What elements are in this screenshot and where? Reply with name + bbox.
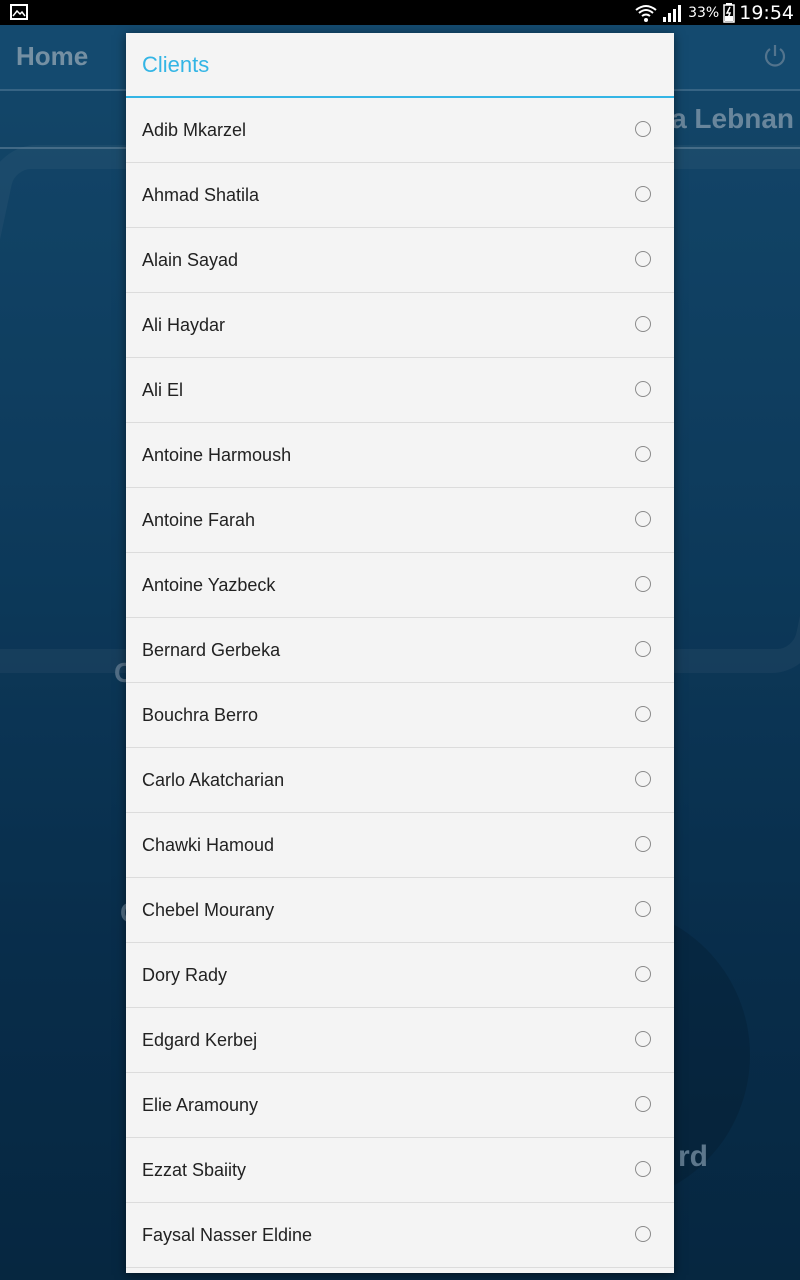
list-item-label: Bernard Gerbeka (142, 639, 281, 660)
radio-button[interactable] (635, 121, 651, 137)
dialog-title: Clients (126, 33, 674, 98)
list-item-label: Edgard Kerbej (142, 1029, 258, 1050)
clock: 19:54 (739, 1, 794, 24)
radio-button[interactable] (635, 836, 651, 852)
clients-list: Adib Mkarzel Ahmad Shatila Alain Sayad A… (126, 98, 674, 1268)
radio-button[interactable] (635, 1031, 651, 1047)
list-item[interactable]: Ahmad Shatila (126, 163, 674, 228)
list-item-label: Ali Haydar (142, 314, 226, 335)
list-item-label: Ali El (142, 379, 184, 400)
battery-percent: 33% (688, 4, 720, 21)
radio-button[interactable] (635, 641, 651, 657)
radio-button[interactable] (635, 1226, 651, 1242)
radio-button[interactable] (635, 446, 651, 462)
list-item-label: Ahmad Shatila (142, 184, 260, 205)
list-item-label: Antoine Farah (142, 509, 256, 530)
status-bar: 33% 19:54 (0, 0, 800, 25)
list-item-label: Faysal Nasser Eldine (142, 1224, 313, 1245)
radio-button[interactable] (635, 966, 651, 982)
list-item-label: Elie Aramouny (142, 1094, 259, 1115)
radio-button[interactable] (635, 251, 651, 267)
radio-button[interactable] (635, 316, 651, 332)
battery-charging-icon (723, 2, 735, 23)
radio-button[interactable] (635, 381, 651, 397)
list-item[interactable]: Adib Mkarzel (126, 98, 674, 163)
radio-button[interactable] (635, 576, 651, 592)
list-item-label: Ezzat Sbaiity (142, 1159, 247, 1180)
list-item-label: Antoine Yazbeck (142, 574, 276, 595)
list-item[interactable]: Antoine Yazbeck (126, 553, 674, 618)
list-item[interactable]: Ezzat Sbaiity (126, 1138, 674, 1203)
list-item-label: Dory Rady (142, 964, 228, 985)
radio-button[interactable] (635, 901, 651, 917)
list-item[interactable]: Bernard Gerbeka (126, 618, 674, 683)
list-item[interactable]: Carlo Akatcharian (126, 748, 674, 813)
list-item-label: Carlo Akatcharian (142, 769, 285, 790)
list-item[interactable]: Dory Rady (126, 943, 674, 1008)
radio-button[interactable] (635, 706, 651, 722)
list-item[interactable]: Antoine Farah (126, 488, 674, 553)
list-item[interactable]: Ali El (126, 358, 674, 423)
list-item-label: Bouchra Berro (142, 704, 259, 725)
list-item[interactable]: Antoine Harmoush (126, 423, 674, 488)
list-item-label: Adib Mkarzel (142, 119, 247, 140)
clients-dialog: Clients Adib Mkarzel Ahmad Shatila Alain… (126, 33, 674, 1273)
list-item[interactable]: Chawki Hamoud (126, 813, 674, 878)
wifi-icon (635, 4, 657, 22)
list-item[interactable]: Alain Sayad (126, 228, 674, 293)
list-item[interactable]: Chebel Mourany (126, 878, 674, 943)
list-item[interactable]: Faysal Nasser Eldine (126, 1203, 674, 1268)
list-item[interactable]: Bouchra Berro (126, 683, 674, 748)
list-item-label: Chawki Hamoud (142, 834, 275, 855)
signal-icon (663, 4, 682, 22)
radio-button[interactable] (635, 771, 651, 787)
list-item[interactable]: Edgard Kerbej (126, 1008, 674, 1073)
radio-button[interactable] (635, 1096, 651, 1112)
list-item[interactable]: Ali Haydar (126, 293, 674, 358)
gallery-icon (10, 4, 28, 20)
list-item-label: Chebel Mourany (142, 899, 275, 920)
list-item-label: Alain Sayad (142, 249, 239, 270)
list-item[interactable]: Elie Aramouny (126, 1073, 674, 1138)
radio-button[interactable] (635, 1161, 651, 1177)
radio-button[interactable] (635, 186, 651, 202)
radio-button[interactable] (635, 511, 651, 527)
list-item-label: Antoine Harmoush (142, 444, 292, 465)
